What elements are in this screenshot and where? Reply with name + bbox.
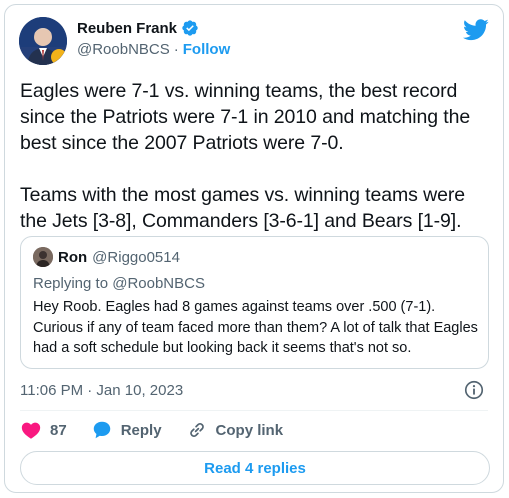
author-name[interactable]: Reuben Frank bbox=[77, 20, 177, 37]
tweet-timestamp[interactable]: 11:06 PM · Jan 10, 2023 bbox=[20, 382, 183, 399]
info-icon[interactable] bbox=[463, 379, 485, 401]
separator-dot: · bbox=[173, 41, 179, 58]
reply-label: Reply bbox=[120, 421, 162, 439]
twitter-bird-icon[interactable] bbox=[463, 19, 489, 41]
copy-link-button[interactable]: Copy link bbox=[186, 419, 284, 441]
verified-badge-icon bbox=[181, 19, 199, 37]
follow-button[interactable]: Follow bbox=[183, 41, 231, 58]
quoted-tweet[interactable]: Ron @Riggo0514 Replying to @RoobNBCS Hey… bbox=[20, 236, 489, 369]
tweet-text: Eagles were 7-1 vs. winning teams, the b… bbox=[20, 80, 471, 232]
author-handle[interactable]: @RoobNBCS bbox=[77, 41, 170, 58]
replying-to-label: Replying to @RoobNBCS bbox=[33, 275, 205, 292]
author-avatar[interactable] bbox=[19, 17, 67, 65]
tweet-card: Reuben Frank @RoobNBCS · Follow Eagles w… bbox=[4, 4, 504, 493]
heart-icon bbox=[21, 422, 41, 439]
divider bbox=[20, 410, 488, 411]
reply-button[interactable]: Reply bbox=[91, 419, 162, 441]
quoted-author-avatar bbox=[33, 247, 53, 267]
like-button[interactable]: 87 bbox=[20, 419, 67, 441]
reply-bubble-icon bbox=[93, 421, 110, 439]
quoted-author-handle: @Riggo0514 bbox=[92, 248, 180, 266]
copy-link-label: Copy link bbox=[215, 421, 284, 439]
quoted-author-name: Ron bbox=[58, 248, 88, 266]
like-count: 87 bbox=[50, 421, 67, 439]
link-icon bbox=[189, 423, 204, 437]
read-replies-button[interactable]: Read 4 replies bbox=[20, 451, 490, 485]
quoted-tweet-text: Hey Roob. Eagles had 8 games against tea… bbox=[33, 299, 478, 356]
